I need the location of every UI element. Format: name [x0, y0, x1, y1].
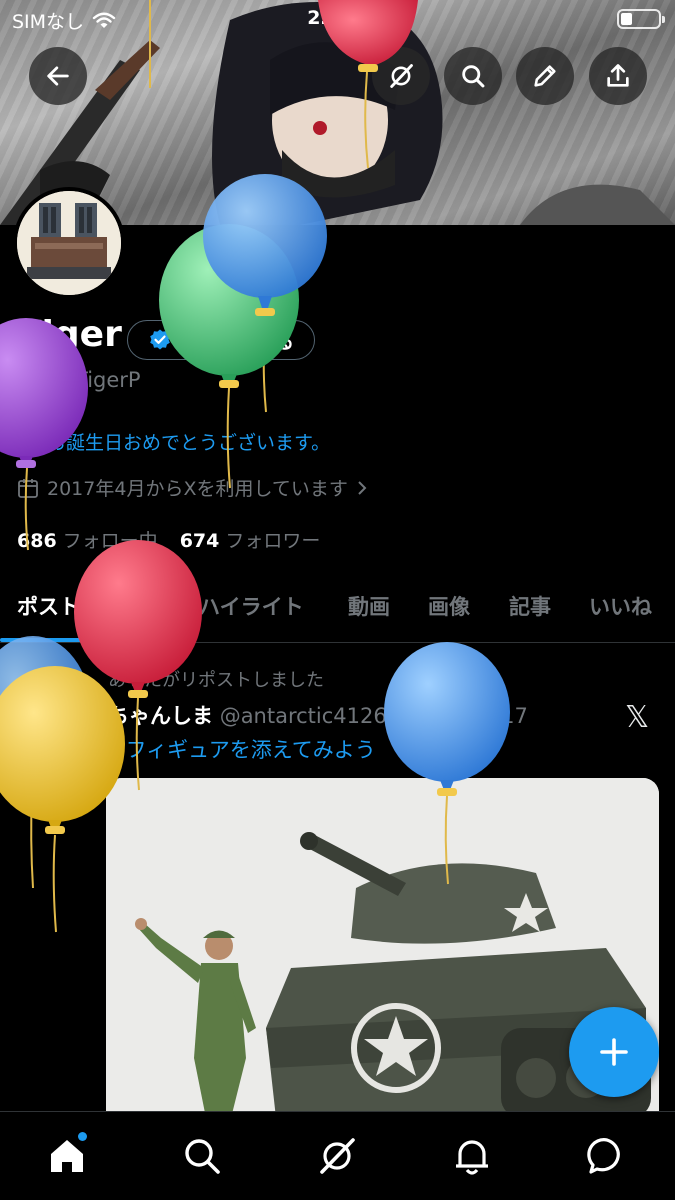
back-button[interactable]: [29, 47, 87, 105]
status-time: 22:08: [307, 7, 368, 29]
joined-text: 2017年4月からXを利用しています: [47, 478, 348, 500]
following-label: フォロー中: [62, 530, 158, 552]
battery-tip: [662, 16, 665, 23]
joined-row[interactable]: 2017年4月からXを利用しています: [17, 474, 368, 501]
tab-likes[interactable]: いいね: [589, 591, 652, 621]
location-pin-icon: [19, 429, 37, 453]
follow-counts: 686 フォロー中 674 フォロワー: [17, 526, 320, 553]
post-hashtag[interactable]: #フィギュアを添えてみよう: [108, 734, 376, 764]
followers-label: フォロワー: [225, 530, 321, 552]
profile-avatar[interactable]: [13, 187, 125, 299]
tab-highlights[interactable]: ハイライト: [199, 591, 304, 621]
nav-search[interactable]: [182, 1136, 222, 1176]
post-author-meta: @antarctic4126 · 2026/04/17: [219, 704, 528, 728]
edit-icon: [534, 65, 556, 87]
active-tab-indicator: [0, 638, 90, 642]
post-author[interactable]: ちゃんしま @antarctic4126 · 2026/04/17: [108, 700, 528, 730]
messages-icon: [587, 1138, 620, 1174]
share-button[interactable]: [589, 47, 647, 105]
back-icon: [47, 66, 69, 86]
search-icon: [462, 65, 485, 88]
nav-messages[interactable]: [587, 1136, 627, 1176]
tab-replies[interactable]: 返信: [118, 591, 160, 621]
x-logo-icon: 𝕏: [625, 700, 650, 735]
display-name: Tiger: [17, 314, 122, 355]
birthday-row: お誕生日おめでとうございます。: [17, 428, 330, 455]
repost-indicator: あなたがリポストしました: [108, 670, 324, 691]
verified-badge-icon: [150, 329, 170, 350]
notifications-icon: [456, 1140, 488, 1175]
followers-link[interactable]: 674 フォロワー: [180, 526, 321, 553]
grok-icon: [320, 1138, 355, 1174]
tab-videos[interactable]: 動画: [348, 591, 390, 621]
profile-tabs: ポスト 返信 ハイライト 動画 画像 記事 いいね: [0, 575, 675, 643]
bottom-navigation: [0, 1111, 675, 1200]
home-icon: [51, 1140, 83, 1172]
plus-icon: [600, 1038, 628, 1066]
followers-count: 674: [179, 530, 220, 552]
birthday-text[interactable]: お誕生日おめでとうございます。: [47, 428, 330, 455]
tab-images[interactable]: 画像: [428, 591, 470, 621]
nav-grok[interactable]: [317, 1136, 357, 1176]
tab-posts[interactable]: ポスト: [17, 591, 80, 621]
tab-articles[interactable]: 記事: [509, 591, 551, 621]
profile-handle: @GWTigerP: [17, 368, 141, 392]
get-verified-label: 認証を受ける: [180, 330, 295, 353]
compose-button[interactable]: [569, 1007, 659, 1097]
following-link[interactable]: 686 フォロー中: [17, 526, 158, 553]
share-icon: [607, 64, 629, 87]
grok-icon: [390, 64, 413, 88]
search-button[interactable]: [444, 47, 502, 105]
post-author-name[interactable]: ちゃんしま: [108, 704, 213, 728]
following-count: 686: [17, 530, 57, 552]
get-verified-button[interactable]: 認証を受ける: [127, 320, 316, 360]
battery-icon: [617, 9, 665, 29]
chevron-right-icon: [358, 480, 367, 495]
battery-level: [621, 13, 632, 25]
nav-notifications[interactable]: [452, 1136, 492, 1176]
balloon-green: [159, 224, 299, 388]
search-icon: [185, 1139, 220, 1174]
status-bar: SIMなし 22:08: [0, 0, 675, 38]
calendar-icon: [18, 478, 38, 498]
grok-button[interactable]: [372, 47, 430, 105]
nav-home[interactable]: [47, 1132, 87, 1176]
edit-button[interactable]: [516, 47, 574, 105]
avatar-image: [17, 191, 121, 295]
home-notification-dot: [78, 1132, 87, 1141]
balloon-blue-left: [0, 636, 91, 788]
